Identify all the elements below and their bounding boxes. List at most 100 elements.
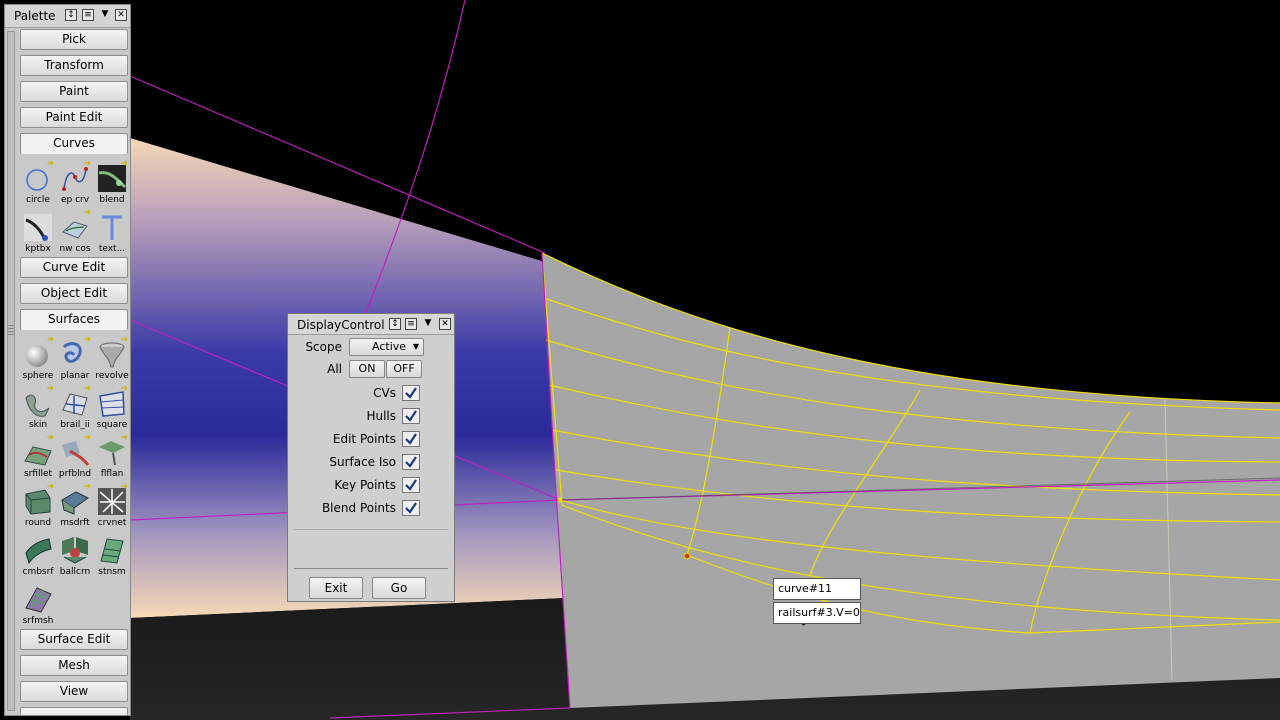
tool-revolve[interactable]: ➜ revolve	[94, 336, 130, 384]
menu-icon[interactable]: ≡	[405, 318, 417, 330]
tool-circle[interactable]: ➜ circle	[20, 160, 56, 208]
cvs-checkbox[interactable]	[402, 385, 420, 401]
hulls-label: Hulls	[366, 409, 396, 423]
palette-title-bar[interactable]: Palette ↕ ≡ ▼ ✕	[5, 5, 130, 28]
pick-tooltip-curve[interactable]: curve#11	[773, 578, 861, 600]
close-icon[interactable]: ✕	[439, 318, 451, 330]
tool-stnsm[interactable]: stnsm	[94, 532, 130, 580]
text-icon	[102, 215, 122, 240]
tool-text[interactable]: text...	[94, 209, 130, 257]
pick-tooltip-railsurf[interactable]: railsurf#3.V=0	[773, 602, 861, 624]
edit-points-label: Edit Points	[332, 432, 396, 446]
key-points-checkbox[interactable]	[402, 477, 420, 493]
tool-planar[interactable]: ➜ planar	[57, 336, 93, 384]
edit-points-checkbox[interactable]	[402, 431, 420, 447]
tool-cmbsrf[interactable]: cmbsrf	[20, 532, 56, 580]
curve-point	[683, 552, 691, 560]
tool-ep-crv[interactable]: ➜ ep crv	[57, 160, 93, 208]
tool-label: cmbsrf	[22, 567, 54, 577]
tool-sphere[interactable]: ➜ sphere	[20, 336, 56, 384]
checkmark-icon	[405, 456, 417, 468]
display-control-title-bar[interactable]: DisplayControl ↕ ≡ ▼ ✕	[288, 314, 454, 335]
scope-dropdown[interactable]: Active ▼	[349, 338, 424, 356]
tool-msdrft[interactable]: ➜ msdrft	[57, 483, 93, 531]
palette-tab-view[interactable]: View	[20, 681, 128, 702]
tool-label: flflan	[100, 469, 124, 479]
checkmark-icon	[405, 502, 417, 514]
palette-tab-next[interactable]	[20, 707, 128, 715]
arrow-icon: ➜	[120, 159, 128, 169]
resize-icon[interactable]: ↕	[389, 318, 401, 330]
arrow-icon: ➜	[83, 482, 91, 492]
blend-points-label: Blend Points	[321, 501, 396, 515]
go-button[interactable]: Go	[372, 577, 426, 599]
tool-flflan[interactable]: ➜ flflan	[94, 434, 130, 482]
all-on-button[interactable]: ON	[349, 360, 385, 378]
chevron-down-icon[interactable]: ▼	[422, 318, 434, 330]
close-icon[interactable]: ✕	[115, 9, 127, 21]
tool-label: blend	[99, 195, 125, 205]
tool-srfillet[interactable]: ➜ srfillet	[20, 434, 56, 482]
arrow-icon: ➜	[83, 433, 91, 443]
blend-points-checkbox[interactable]	[402, 500, 420, 516]
modeling-viewport[interactable]	[0, 0, 1280, 720]
tool-brail-ii[interactable]: ➜ brail_ii	[57, 385, 93, 433]
tool-label: revolve	[95, 371, 129, 381]
tool-label: crvnet	[97, 518, 127, 528]
tool-ballcrn[interactable]: ballcrn	[57, 532, 93, 580]
exit-button[interactable]: Exit	[309, 577, 363, 599]
combine-surface-icon	[25, 538, 52, 565]
all-off-button[interactable]: OFF	[386, 360, 422, 378]
palette-tab-object-edit[interactable]: Object Edit	[20, 283, 128, 304]
key-points-label: Key Points	[334, 478, 396, 492]
tool-crvnet[interactable]: ➜ crvnet	[94, 483, 130, 531]
palette-tab-paint[interactable]: Paint	[20, 81, 128, 102]
scope-label: Scope	[305, 340, 342, 354]
palette-scrollbar[interactable]	[7, 31, 15, 711]
resize-icon[interactable]: ↕	[65, 9, 77, 21]
chevron-down-icon: ▼	[412, 342, 419, 351]
tool-square[interactable]: ➜ square	[94, 385, 130, 433]
surface-iso-checkbox[interactable]	[402, 454, 420, 470]
menu-icon[interactable]: ≡	[82, 9, 94, 21]
palette-tab-paint-edit[interactable]: Paint Edit	[20, 107, 128, 128]
palette-tab-transform[interactable]: Transform	[20, 55, 128, 76]
palette-tab-curve-edit[interactable]: Curve Edit	[20, 257, 128, 278]
checkmark-icon	[405, 433, 417, 445]
tool-nw-cos[interactable]: ➜ nw cos	[57, 209, 93, 257]
window-title: DisplayControl	[297, 318, 385, 332]
hulls-checkbox[interactable]	[402, 408, 420, 424]
tool-label: kptbx	[25, 244, 51, 254]
arrow-icon: ➜	[83, 208, 91, 218]
palette-resize-grip[interactable]	[8, 325, 14, 337]
arrow-icon: ➜	[46, 159, 54, 169]
palette-panel: Palette ↕ ≡ ▼ ✕ Pick Transform Paint Pai…	[4, 4, 131, 716]
arrow-icon: ➜	[83, 384, 91, 394]
arrow-icon: ➜	[46, 482, 54, 492]
tool-prfblnd[interactable]: ➜ prfblnd	[57, 434, 93, 482]
palette-tab-surface-edit[interactable]: Surface Edit	[20, 629, 128, 650]
tool-round[interactable]: ➜ round	[20, 483, 56, 531]
all-label: All	[327, 362, 342, 376]
stitch-smooth-icon	[100, 538, 124, 564]
arrow-icon: ➜	[46, 433, 54, 443]
palette-tab-mesh[interactable]: Mesh	[20, 655, 128, 676]
palette-tab-pick[interactable]: Pick	[20, 29, 128, 50]
arrow-icon: ➜	[83, 335, 91, 345]
ball-corner-icon	[62, 537, 88, 564]
tool-label: ep crv	[60, 195, 90, 205]
tool-label: planar	[60, 371, 90, 381]
tool-skin[interactable]: ➜ skin	[20, 385, 56, 433]
tool-blend[interactable]: ➜ blend	[94, 160, 130, 208]
tool-label: nw cos	[59, 244, 91, 254]
tool-label: circle	[26, 195, 50, 205]
arrow-icon: ➜	[46, 335, 54, 345]
palette-tab-curves[interactable]: Curves	[20, 133, 128, 154]
palette-tab-surfaces[interactable]: Surfaces	[20, 309, 128, 330]
tool-srfmsh[interactable]: srfmsh	[20, 581, 56, 629]
cvs-label: CVs	[373, 386, 396, 400]
chevron-down-icon[interactable]: ▼	[99, 9, 111, 21]
scope-value: Active	[372, 340, 407, 353]
checkmark-icon	[405, 387, 417, 399]
tool-kptbx[interactable]: kptbx	[20, 209, 56, 257]
